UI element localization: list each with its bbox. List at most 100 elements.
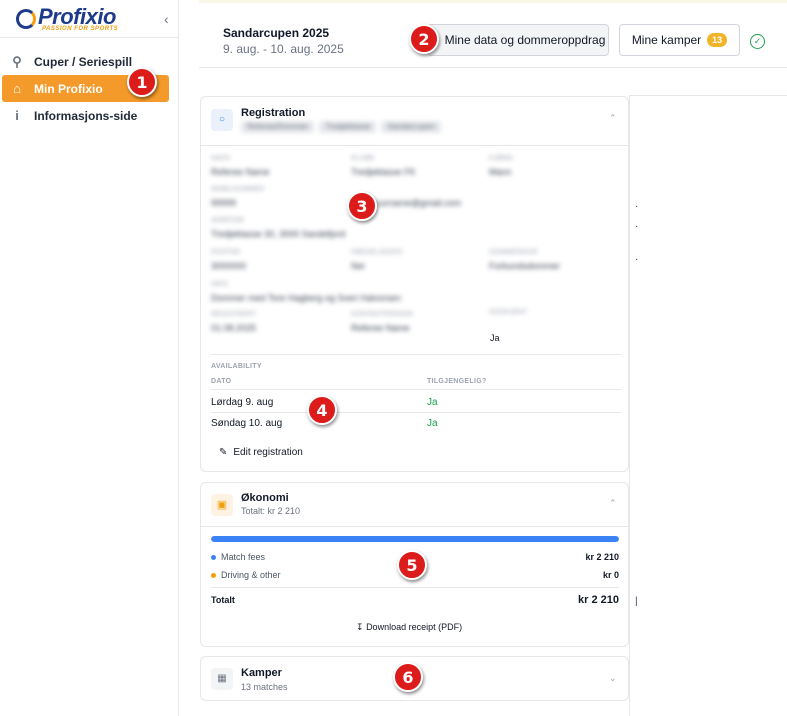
mine-kamper-label: Mine kamper bbox=[631, 33, 702, 47]
person-icon: ○ bbox=[211, 109, 233, 131]
field-label: Klubb bbox=[351, 155, 374, 162]
field-label: Navn bbox=[211, 155, 230, 162]
visible-value: Ja bbox=[490, 333, 500, 343]
chevron-up-icon[interactable]: ⌃ bbox=[609, 113, 617, 124]
field-label: Fødselsdato bbox=[351, 249, 403, 256]
chevron-down-icon[interactable]: ⌄ bbox=[609, 673, 617, 684]
kamper-subtitle: 13 matches bbox=[241, 682, 288, 692]
bg-mark: · bbox=[635, 254, 639, 265]
tag: Referee/Dommer bbox=[241, 121, 315, 133]
total-amount: kr 2 210 bbox=[578, 594, 619, 606]
background-panel: · · · | bbox=[629, 95, 787, 716]
chevron-up-icon[interactable]: ⌃ bbox=[609, 498, 617, 509]
fee-amount: kr 2 210 bbox=[585, 552, 619, 562]
download-receipt-button[interactable]: ↧ Download receipt (PDF) bbox=[356, 622, 462, 633]
page-header: Sandarcupen 2025 9. aug. - 10. aug. 2025… bbox=[199, 0, 787, 68]
field-label: Postnr bbox=[211, 249, 241, 256]
info-icon: i bbox=[15, 108, 19, 123]
step-marker-6: 6 bbox=[393, 662, 423, 692]
fee-label: Driving & other bbox=[221, 570, 281, 580]
col-available-header: TILGJENGELIG? bbox=[427, 378, 487, 385]
calendar-icon: ▦ bbox=[211, 668, 233, 690]
download-icon: ↧ bbox=[356, 622, 364, 632]
field-label: Dommernivå bbox=[489, 249, 538, 256]
field-value: Referee Name bbox=[351, 323, 410, 333]
tag: Sandarcupen bbox=[381, 121, 442, 133]
money-icon: ▣ bbox=[211, 494, 233, 516]
divider bbox=[201, 145, 630, 146]
step-marker-4: 4 bbox=[307, 395, 337, 425]
mine-data-label: Mine data og dommeroppdrag bbox=[444, 33, 606, 47]
availability-date: Søndag 10. aug bbox=[211, 418, 283, 429]
field-value: Mann bbox=[489, 167, 512, 177]
kamper-title: Kamper bbox=[241, 667, 282, 679]
field-value: 3000000 bbox=[211, 261, 247, 271]
field-value: Tredjeklasse FK bbox=[351, 167, 416, 177]
event-title: Sandarcupen 2025 bbox=[223, 26, 330, 40]
logo-ball-icon bbox=[16, 9, 36, 29]
field-label: Info bbox=[211, 281, 228, 288]
divider bbox=[211, 354, 621, 355]
divider bbox=[211, 412, 621, 413]
availability-date: Lørdag 9. aug bbox=[211, 397, 274, 408]
registration-tags: Referee/Dommer Tredjeklasse Sandarcupen bbox=[241, 121, 442, 133]
sidebar: Profixio PASSION FOR SPORTS ‹ ⚲ Cuper / … bbox=[0, 0, 179, 716]
profixio-logo[interactable]: Profixio PASSION FOR SPORTS bbox=[14, 4, 134, 34]
edit-registration-label: Edit registration bbox=[233, 447, 303, 458]
field-label: Registrert bbox=[211, 311, 256, 318]
mine-data-button[interactable]: Mine data og dommeroppdrag bbox=[427, 24, 609, 56]
fee-label: Match fees bbox=[221, 552, 266, 562]
step-marker-5: 5 bbox=[397, 550, 427, 580]
bg-mark: · bbox=[635, 221, 639, 232]
mine-kamper-button[interactable]: Mine kamper 13 bbox=[619, 24, 740, 56]
availability-title: AVAILABILITY bbox=[211, 363, 262, 370]
logo-row: Profixio PASSION FOR SPORTS ‹ bbox=[0, 0, 178, 38]
download-label: Download receipt (PDF) bbox=[366, 622, 463, 632]
sidebar-item-informasjon[interactable]: i Informasjons-side bbox=[0, 102, 169, 129]
home-icon: ⌂ bbox=[13, 81, 21, 96]
field-value: Dommer med Tore Hagberg og Sveri Halvors… bbox=[211, 293, 401, 303]
collapse-sidebar-icon[interactable]: ‹ bbox=[164, 11, 169, 27]
field-label: Kjønn bbox=[489, 155, 513, 162]
logo-tagline: PASSION FOR SPORTS bbox=[42, 26, 119, 32]
field-value: 99999 bbox=[211, 198, 237, 208]
bg-mark: | bbox=[635, 596, 638, 607]
okonomi-title: Økonomi bbox=[241, 492, 289, 504]
registration-card: ○ Registration ⌃ Referee/Dommer Tredjekl… bbox=[200, 96, 630, 472]
field-value: Tredjeklasse 30, 3000 Sandefjord bbox=[211, 229, 346, 239]
total-label: Totalt bbox=[211, 595, 235, 605]
kamper-count-badge: 13 bbox=[707, 33, 728, 47]
bg-mark: · bbox=[635, 201, 639, 212]
fee-amount: kr 0 bbox=[602, 570, 619, 580]
availability-status: Ja bbox=[427, 397, 438, 408]
field-value: Nei bbox=[351, 261, 365, 271]
sidebar-item-label: Min Profixio bbox=[34, 81, 103, 96]
okonomi-subtitle: Totalt: kr 2 210 bbox=[241, 506, 301, 516]
field-value: 01.08.2025 bbox=[211, 323, 257, 333]
step-marker-1: 1 bbox=[127, 67, 157, 97]
field-value: Forbundsdommer bbox=[489, 261, 561, 271]
availability-status: Ja bbox=[427, 418, 438, 429]
field-value: Referee Name bbox=[211, 167, 270, 177]
col-date-header: DATO bbox=[211, 378, 232, 385]
divider bbox=[211, 587, 619, 588]
sidebar-item-label: Informasjons-side bbox=[34, 108, 138, 123]
field-label: Kontaktperson bbox=[351, 311, 414, 318]
total-row: Totalt kr 2 210 bbox=[211, 594, 619, 606]
fees-progress-bar bbox=[211, 536, 619, 542]
field-label: Adresse bbox=[211, 217, 245, 224]
step-marker-3: 3 bbox=[347, 191, 377, 221]
step-marker-2: 2 bbox=[409, 24, 439, 54]
edit-icon: ✎ bbox=[219, 447, 228, 458]
edit-registration-button[interactable]: ✎ Edit registration bbox=[219, 447, 303, 458]
sidebar-item-label: Cuper / Seriespill bbox=[34, 54, 133, 69]
legend-dot bbox=[211, 555, 216, 561]
tag: Tredjeklasse bbox=[319, 121, 377, 133]
fees-progress-fill bbox=[211, 536, 619, 542]
search-icon: ⚲ bbox=[12, 53, 22, 69]
event-dates: 9. aug. - 10. aug. 2025 bbox=[223, 42, 344, 56]
divider bbox=[201, 526, 630, 527]
field-label: Godkjent bbox=[489, 309, 528, 316]
divider bbox=[211, 389, 621, 390]
registration-title: Registration bbox=[241, 107, 306, 119]
